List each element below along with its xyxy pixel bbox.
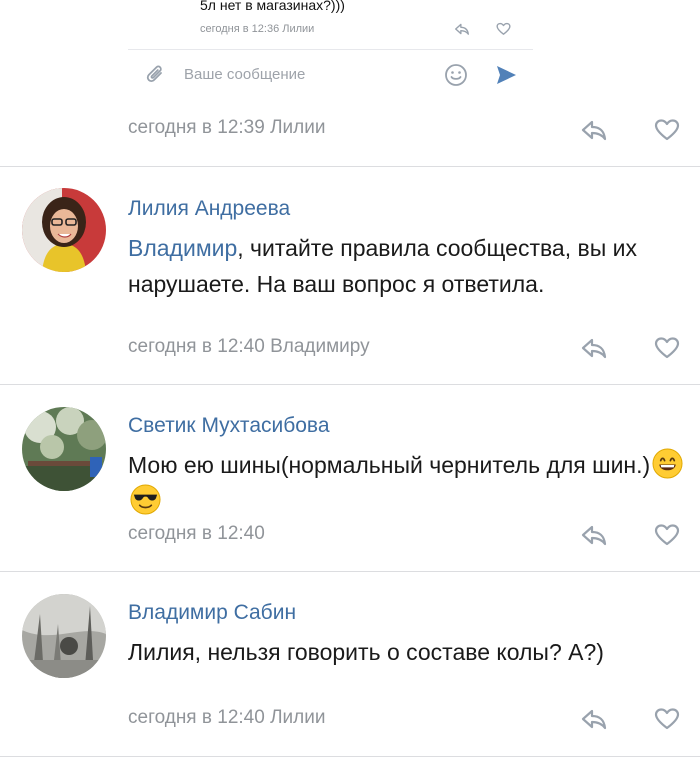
heart-icon[interactable]: [654, 707, 680, 731]
message-input[interactable]: Ваше сообщение: [184, 66, 305, 83]
comment-meta: сегодня в 12:39 Лилии: [128, 117, 326, 138]
smile-icon[interactable]: [444, 63, 468, 87]
heart-icon[interactable]: [654, 336, 680, 360]
comment-body: Лилия, нельзя говорить о составе колы? А…: [128, 639, 604, 665]
send-icon[interactable]: [495, 64, 517, 86]
comment-item: Светик Мухтасибова Мою ею шины(нормальны…: [0, 384, 700, 571]
quoted-message-meta: сегодня в 12:36 Лилии: [200, 23, 315, 35]
comment-body: Мою ею шины(нормальный чернитель для шин…: [128, 452, 651, 478]
smiling-face-with-sunglasses-icon: [130, 484, 161, 515]
heart-icon[interactable]: [654, 523, 680, 547]
comment-author[interactable]: Владимир Сабин: [128, 601, 296, 625]
comment-meta: сегодня в 12:40: [128, 523, 265, 544]
reply-icon[interactable]: [580, 707, 608, 731]
comment-meta: сегодня в 12:40 Лилии: [128, 707, 326, 728]
grinning-face-icon: [652, 448, 683, 479]
comment-item: Владимир Сабин Лилия, нельзя говорить о …: [0, 571, 700, 756]
heart-icon[interactable]: [654, 118, 680, 142]
avatar[interactable]: [22, 188, 106, 272]
message-composer: Ваше сообщение: [128, 50, 533, 100]
comment-text: Владимир, читайте правила сообщества, вы…: [128, 230, 688, 302]
avatar[interactable]: [22, 407, 106, 491]
avatar[interactable]: [22, 594, 106, 678]
reply-icon[interactable]: [580, 523, 608, 547]
quoted-reply-preview: 5л нет в магазинах?))) сегодня в 12:36 Л…: [128, 0, 533, 104]
reply-icon[interactable]: [454, 22, 470, 36]
comment-author[interactable]: Лилия Андреева: [128, 197, 290, 221]
paperclip-icon[interactable]: [146, 64, 166, 86]
divider: [0, 756, 700, 757]
comment-text: Лилия, нельзя говорить о составе колы? А…: [128, 634, 688, 670]
comment-meta: сегодня в 12:40 Владимиру: [128, 336, 370, 357]
comment-item: Лилия Андреева Владимир, читайте правила…: [0, 166, 700, 384]
quoted-message-text: 5л нет в магазинах?))): [200, 0, 345, 13]
mention-link[interactable]: Владимир: [128, 235, 237, 261]
reply-icon[interactable]: [580, 118, 608, 142]
reply-icon[interactable]: [580, 336, 608, 360]
comment-author[interactable]: Светик Мухтасибова: [128, 414, 330, 438]
comment-text: Мою ею шины(нормальный чернитель для шин…: [128, 447, 688, 519]
heart-icon[interactable]: [496, 22, 511, 36]
